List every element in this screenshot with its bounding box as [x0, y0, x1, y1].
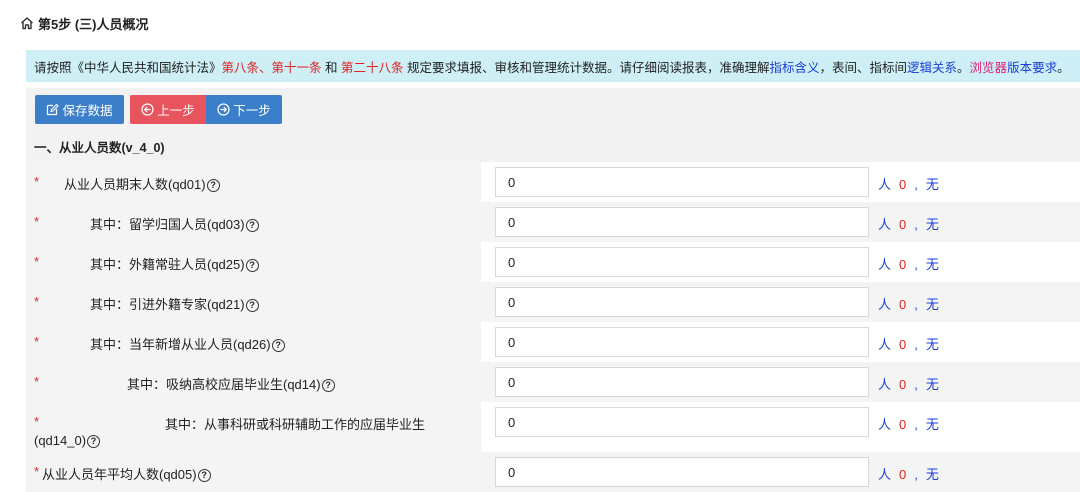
page-title: 第5步 (三)人员概况	[38, 16, 149, 32]
required-marker: *	[34, 254, 40, 269]
help-icon[interactable]: ?	[206, 179, 220, 192]
page-header: 第5步 (三)人员概况	[0, 0, 1080, 46]
field-label: 从业人员年平均人数(qd05)	[42, 467, 197, 482]
field-label: 其中：从事科研或科研辅助工作的应届毕业生	[165, 417, 426, 432]
notice-law-articles-link[interactable]: 第八条、第十一条	[222, 57, 322, 76]
form-row-qd05: * 从业人员年平均人数(qd05)? 人0,无	[26, 452, 1080, 492]
required-marker: *	[34, 174, 40, 189]
next-step-button[interactable]: 下一步	[206, 95, 282, 124]
status-text: 无	[925, 417, 939, 432]
help-icon[interactable]: ?	[87, 435, 101, 448]
unit-label: 人	[878, 217, 892, 232]
qd05-input[interactable]	[495, 457, 869, 487]
section-header: 一、从业人员数(v_4_0)	[26, 130, 1080, 162]
section-title: 一、从业人员数(v_4_0)	[34, 140, 165, 155]
status-text: 无	[925, 177, 939, 192]
form-row-qd14-0: * 其中：从事科研或科研辅助工作的应届毕业生 (qd14_0)? 人0,无	[26, 402, 1080, 452]
prev-step-label: 上一步	[157, 104, 195, 118]
notice-article-28-link[interactable]: 第二十八条	[341, 57, 404, 76]
status-text: 无	[925, 257, 939, 272]
count-value: 0	[899, 377, 907, 392]
help-icon[interactable]: ?	[271, 339, 285, 352]
status-text: 无	[925, 377, 939, 392]
unit-label: 人	[878, 467, 892, 482]
unit-label: 人	[878, 177, 892, 192]
version-requirement-link[interactable]: 版本要求	[1007, 57, 1057, 76]
count-value: 0	[899, 217, 907, 232]
next-step-label: 下一步	[233, 104, 271, 118]
count-value: 0	[899, 297, 907, 312]
qd14-0-input[interactable]	[495, 407, 869, 437]
field-label: 其中：引进外籍专家(qd21)	[90, 297, 245, 312]
notice-text-4: ，表间、指标间	[819, 60, 908, 75]
arrow-left-circle-icon	[141, 103, 154, 116]
toolbar: 保存数据 上一步 下一步	[26, 88, 1080, 130]
qd26-input[interactable]	[495, 327, 869, 357]
required-marker: *	[34, 464, 40, 479]
status-text: 无	[925, 337, 939, 352]
form-row-qd01: * 从业人员期末人数(qd01)? 人0,无	[26, 162, 1080, 202]
field-label: 从业人员期末人数(qd01)	[64, 177, 206, 192]
count-value: 0	[899, 177, 907, 192]
save-button-label: 保存数据	[62, 104, 113, 118]
status-text: 无	[925, 217, 939, 232]
help-icon[interactable]: ?	[245, 219, 259, 232]
form-row-qd03: * 其中：留学归国人员(qd03)? 人0,无	[26, 202, 1080, 242]
form-row-qd14: * 其中：吸纳高校应届毕业生(qd14)? 人0,无	[26, 362, 1080, 402]
notice-text-3: 规定要求填报、审核和管理统计数据。请仔细阅读报表，准确理解	[403, 60, 770, 75]
field-label: 其中：当年新增从业人员(qd26)	[90, 337, 271, 352]
required-marker: *	[34, 294, 40, 309]
help-icon[interactable]: ?	[245, 299, 259, 312]
indicator-meaning-link[interactable]: 指标含义	[769, 57, 819, 76]
help-icon[interactable]: ?	[245, 259, 259, 272]
unit-label: 人	[878, 297, 892, 312]
logic-relation-link[interactable]: 逻辑关系	[907, 57, 957, 76]
qd01-input[interactable]	[495, 167, 869, 197]
unit-label: 人	[878, 257, 892, 272]
required-marker: *	[34, 374, 40, 389]
notice-text-1: 请按照《中华人民共和国统计法》	[34, 60, 222, 75]
field-label: 其中：吸纳高校应届毕业生(qd14)	[127, 377, 321, 392]
qd14-input[interactable]	[495, 367, 869, 397]
unit-label: 人	[878, 377, 892, 392]
field-label-code: (qd14_0)	[34, 433, 87, 448]
save-button[interactable]: 保存数据	[35, 95, 124, 124]
count-value: 0	[899, 417, 907, 432]
required-marker: *	[34, 334, 40, 349]
qd21-input[interactable]	[495, 287, 869, 317]
home-icon[interactable]	[20, 16, 34, 30]
required-marker: *	[34, 414, 40, 429]
arrow-right-circle-icon	[217, 103, 230, 116]
unit-label: 人	[878, 417, 892, 432]
help-icon[interactable]: ?	[321, 379, 335, 392]
form-row-qd25: * 其中：外籍常驻人员(qd25)? 人0,无	[26, 242, 1080, 282]
notice-text-6: 。	[1057, 60, 1070, 75]
form-row-qd26: * 其中：当年新增从业人员(qd26)? 人0,无	[26, 322, 1080, 362]
help-icon[interactable]: ?	[197, 469, 211, 482]
count-value: 0	[899, 257, 907, 272]
required-marker: *	[34, 214, 40, 229]
browser-link[interactable]: 浏览器	[970, 57, 1008, 76]
edit-icon	[47, 103, 60, 116]
unit-label: 人	[878, 337, 892, 352]
count-value: 0	[899, 467, 907, 482]
status-text: 无	[925, 467, 939, 482]
qd03-input[interactable]	[495, 207, 869, 237]
field-label: 其中：外籍常驻人员(qd25)	[90, 257, 245, 272]
notice-text-2: 和	[321, 60, 341, 75]
status-text: 无	[925, 297, 939, 312]
qd25-input[interactable]	[495, 247, 869, 277]
form-row-qd21: * 其中：引进外籍专家(qd21)? 人0,无	[26, 282, 1080, 322]
count-value: 0	[899, 337, 907, 352]
field-label: 其中：留学归国人员(qd03)	[90, 217, 245, 232]
prev-step-button[interactable]: 上一步	[130, 95, 206, 124]
notice-banner: 请按照《中华人民共和国统计法》 第八条、第十一条 和 第二十八条 规定要求填报、…	[26, 50, 1080, 82]
notice-text-5: 。	[957, 60, 970, 75]
